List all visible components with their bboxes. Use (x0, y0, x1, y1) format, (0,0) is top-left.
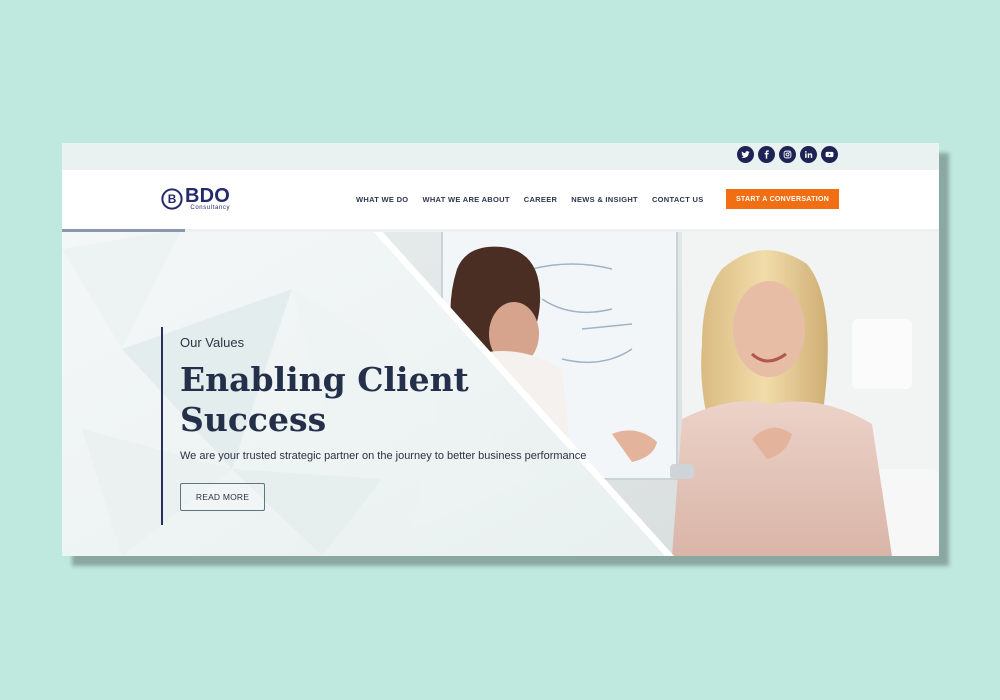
logo-subtitle: Consultancy (190, 205, 231, 211)
website-screenshot: B BDO Consultancy WHAT WE DO WHAT WE ARE… (62, 143, 939, 556)
nav-item-career[interactable]: CAREER (524, 195, 557, 204)
logo-name: BDO (185, 185, 231, 207)
slider-progress (62, 229, 939, 232)
nav-item-what-we-are-about[interactable]: WHAT WE ARE ABOUT (422, 195, 509, 204)
start-conversation-button[interactable]: START A CONVERSATION (726, 189, 839, 209)
top-bar (62, 143, 939, 170)
twitter-icon[interactable] (737, 146, 754, 163)
hero-content: Our Values Enabling Client Success We ar… (161, 327, 586, 525)
linkedin-icon[interactable] (800, 146, 817, 163)
main-nav: WHAT WE DO WHAT WE ARE ABOUT CAREER NEWS… (356, 170, 718, 229)
nav-item-news-insight[interactable]: NEWS & INSIGHT (571, 195, 638, 204)
youtube-icon[interactable] (821, 146, 838, 163)
slider-progress-fill (62, 229, 185, 232)
logo-text: BDO Consultancy (185, 185, 231, 211)
logo-mark: B (161, 188, 183, 210)
hero-subtitle: We are your trusted strategic partner on… (180, 450, 587, 462)
site-header: B BDO Consultancy WHAT WE DO WHAT WE ARE… (62, 170, 939, 229)
hero-banner: Our Values Enabling Client Success We ar… (62, 229, 939, 556)
nav-item-contact-us[interactable]: CONTACT US (652, 195, 704, 204)
svg-text:B: B (168, 192, 177, 206)
hero-eyebrow: Our Values (180, 335, 245, 350)
logo[interactable]: B BDO Consultancy (161, 185, 230, 213)
nav-item-what-we-do[interactable]: WHAT WE DO (356, 195, 408, 204)
instagram-icon[interactable] (779, 146, 796, 163)
read-more-button[interactable]: READ MORE (180, 483, 265, 511)
hero-headline: Enabling Client Success (180, 360, 469, 439)
facebook-icon[interactable] (758, 146, 775, 163)
social-links (737, 146, 838, 163)
